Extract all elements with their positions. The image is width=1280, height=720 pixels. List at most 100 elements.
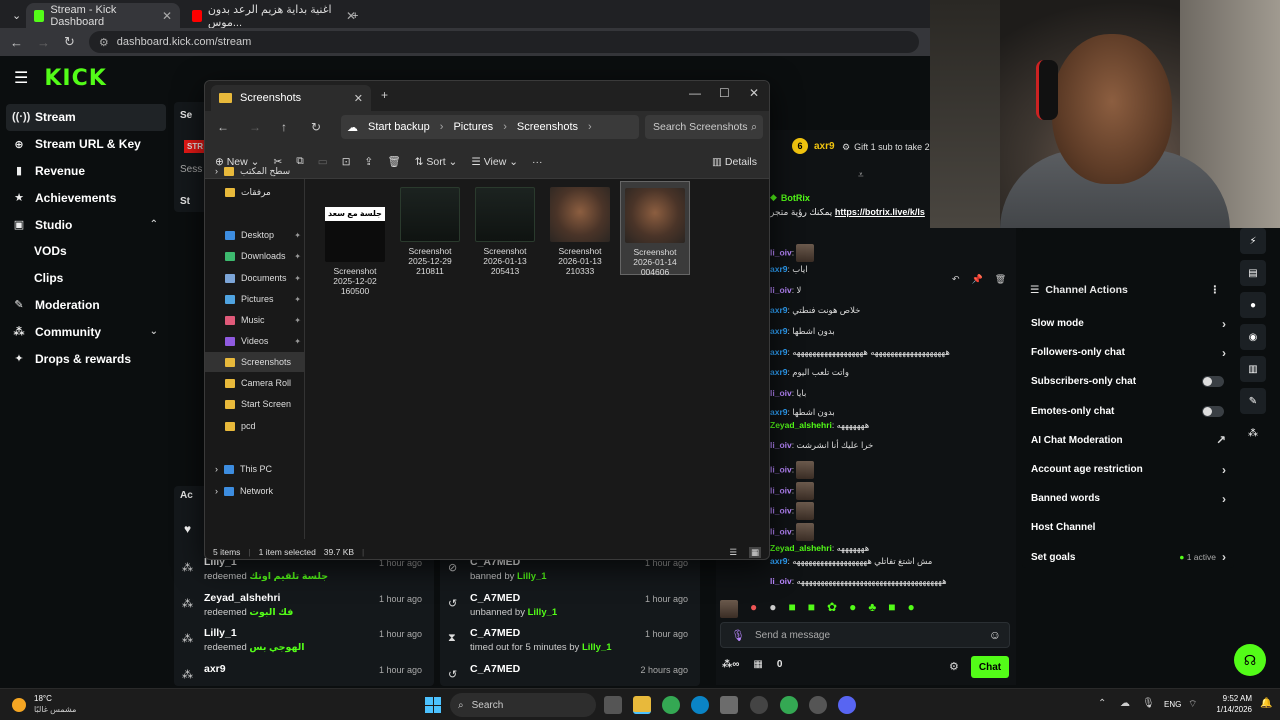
emote-icon[interactable]: ●	[907, 600, 914, 616]
chevron-right-icon[interactable]: ›	[1222, 550, 1226, 564]
quick-action-icon[interactable]: ⚡	[1240, 228, 1266, 254]
chat-message[interactable]: li_oiv:	[770, 523, 815, 541]
nav-item-network[interactable]: › Network	[205, 481, 305, 501]
forward-icon[interactable]: →	[37, 35, 50, 50]
sidebar-item-vods[interactable]: VODs	[6, 238, 166, 265]
chat-username[interactable]: li_oiv	[770, 440, 792, 450]
feed-user[interactable]: Zeyad_alshehri	[204, 592, 280, 604]
breadcrumb-item[interactable]: Screenshots	[517, 121, 578, 133]
chat-username[interactable]: axr9	[770, 305, 788, 315]
sidebar-item-moderation[interactable]: ✎ Moderation	[6, 292, 166, 319]
chat-username[interactable]: li_oiv	[770, 285, 792, 295]
menu-icon[interactable]: ☰	[14, 68, 28, 88]
breadcrumb[interactable]: ☁ Start backup › Pictures › Screenshots ›	[341, 115, 639, 139]
nav-item-folder[interactable]: Screenshots	[205, 352, 305, 372]
close-icon[interactable]: ✕	[354, 92, 363, 105]
chevron-right-icon[interactable]: ›	[1222, 492, 1226, 506]
pin-icon[interactable]: 📌	[972, 274, 983, 290]
nav-item-documents[interactable]: Documents ✦	[205, 268, 305, 288]
sidebar-item-drops-rewards[interactable]: ✦ Drops & rewards	[6, 345, 166, 372]
task-view-icon[interactable]	[604, 696, 622, 714]
channel-action-followers-only-chat[interactable]: Followers-only chat ›	[1022, 338, 1234, 367]
toggle-switch[interactable]	[1202, 376, 1224, 388]
chevron-right-icon[interactable]: ›	[1222, 463, 1226, 477]
chat-bubble-icon[interactable]: ●	[1240, 292, 1266, 318]
address-bar[interactable]: ⚙ dashboard.kick.com/stream	[88, 31, 919, 53]
chat-message[interactable]: Zeyad_alshehri: هههههههه	[770, 543, 869, 554]
chat-send-button[interactable]: Chat	[971, 656, 1009, 678]
explorer-tab[interactable]: Screenshots ✕	[211, 85, 371, 111]
chat-message[interactable]: li_oiv: لا	[770, 285, 801, 296]
chevron-right-icon[interactable]: ›	[588, 121, 592, 133]
chat-message[interactable]: axr9: بدون اشطها	[770, 326, 835, 337]
chat-message[interactable]: li_oiv: خرا عليك أنا انشرشت	[770, 440, 873, 451]
notes-icon[interactable]: ▤	[1240, 260, 1266, 286]
nav-item-folder[interactable]: pcd	[205, 416, 305, 436]
tiles-view-icon[interactable]: ▦	[748, 546, 761, 558]
chat-username[interactable]: li_oiv	[770, 526, 792, 536]
sidebar-item-stream[interactable]: ((·)) Stream	[6, 104, 166, 131]
notification-icon[interactable]: 🔔	[1260, 698, 1272, 709]
chat-message[interactable]: axr9: اياب	[770, 264, 808, 275]
back-icon[interactable]: ←	[217, 120, 229, 134]
emote-icon[interactable]: ■	[789, 600, 796, 616]
chevron-right-icon[interactable]: ›	[503, 121, 507, 133]
chat-username[interactable]: li_oiv	[770, 464, 792, 474]
chevron-right-icon[interactable]: ›	[215, 166, 218, 176]
channel-action-emotes-only-chat[interactable]: Emotes-only chat	[1022, 397, 1234, 426]
chevron-right-icon[interactable]: ›	[1222, 317, 1226, 331]
details-button[interactable]: ▥ Details	[712, 156, 757, 168]
language-indicator[interactable]: ENG	[1164, 700, 1181, 709]
chat-username[interactable]: li_oiv	[770, 576, 792, 586]
sidebar-item-clips[interactable]: Clips	[6, 265, 166, 292]
site-info-icon[interactable]: ⚙	[99, 36, 109, 49]
weather-temp[interactable]: 18°C	[34, 694, 52, 703]
rename-icon[interactable]: ⊡	[342, 156, 351, 168]
channel-action-set-goals[interactable]: Set goals ● 1 active ›	[1022, 543, 1234, 572]
chevron-right-icon[interactable]: ›	[215, 486, 218, 496]
app-icon[interactable]	[809, 696, 827, 714]
mic-icon[interactable]: 🎙	[1142, 698, 1155, 709]
chat-username[interactable]: li_oiv	[770, 485, 792, 495]
channel-action-account-age-restriction[interactable]: Account age restriction ›	[1022, 455, 1234, 484]
chat-username[interactable]: li_oiv	[770, 247, 792, 257]
back-icon[interactable]: ←	[10, 35, 23, 50]
chat-message[interactable]: li_oiv:	[770, 482, 815, 500]
wrench-icon[interactable]: ✎	[1240, 388, 1266, 414]
bot-link[interactable]: https://botrix.live/k/ls	[835, 207, 925, 217]
mod-target-user[interactable]: C_A7MED	[470, 592, 520, 604]
broadcast-icon[interactable]: ◉	[1240, 324, 1266, 350]
nav-item-folder[interactable]: Camera Roll	[205, 373, 305, 393]
chat-message[interactable]: li_oiv:	[770, 502, 815, 520]
nav-item-downloads[interactable]: Downloads ✦	[205, 246, 305, 266]
sidebar-item-achievements[interactable]: ★ Achievements	[6, 184, 166, 211]
taskbar-search[interactable]: ⌕ Search	[450, 693, 596, 717]
minimize-icon[interactable]: —	[689, 86, 701, 100]
chat-message[interactable]: Zeyad_alshehri: هههههههه	[770, 420, 869, 431]
emote-icon[interactable]: ●	[769, 600, 776, 616]
gift-sub-button[interactable]: ⚙ Gift 1 sub to take 2n	[842, 142, 935, 153]
emoji-icon[interactable]: ☺	[989, 628, 1001, 642]
windows-start-icon[interactable]	[425, 697, 441, 713]
support-icon[interactable]: ☊	[1234, 644, 1266, 676]
more-icon[interactable]: ···	[532, 156, 543, 168]
sidebar-item-community[interactable]: ⁂ Community ⌄	[6, 318, 166, 345]
pinned-gifter[interactable]: 6 axr9	[792, 138, 835, 154]
channel-action-banned-words[interactable]: Banned words ›	[1022, 484, 1234, 513]
emote-icon[interactable]: ■	[808, 600, 815, 616]
emote-icon[interactable]	[720, 600, 738, 618]
file-tile[interactable]: Screenshot 2025-12-29 210811	[395, 181, 465, 276]
mod-actor[interactable]: Lilly_1	[517, 571, 547, 582]
chat-message[interactable]: axr9: خلاص هونت فنطتي	[770, 305, 860, 316]
details-view-icon[interactable]: ☰	[729, 547, 737, 558]
emote-icon[interactable]: ●	[849, 600, 856, 616]
sidebar-item-stream-url-key[interactable]: ⊕ Stream URL & Key	[6, 131, 166, 158]
discord-icon[interactable]	[838, 696, 856, 714]
chat-username[interactable]: li_oiv	[770, 505, 792, 515]
community-icon[interactable]: ⁂	[1240, 420, 1266, 446]
tab-list-button[interactable]: ⌄	[4, 3, 28, 28]
file-tile[interactable]: جلسة مع سعد Screenshot 2025-12-02 160500	[320, 181, 390, 296]
chat-input[interactable]: 🎙 Send a message ☺	[720, 622, 1010, 648]
chat-username[interactable]: axr9	[770, 556, 788, 566]
up-icon[interactable]: ↑	[281, 120, 287, 134]
